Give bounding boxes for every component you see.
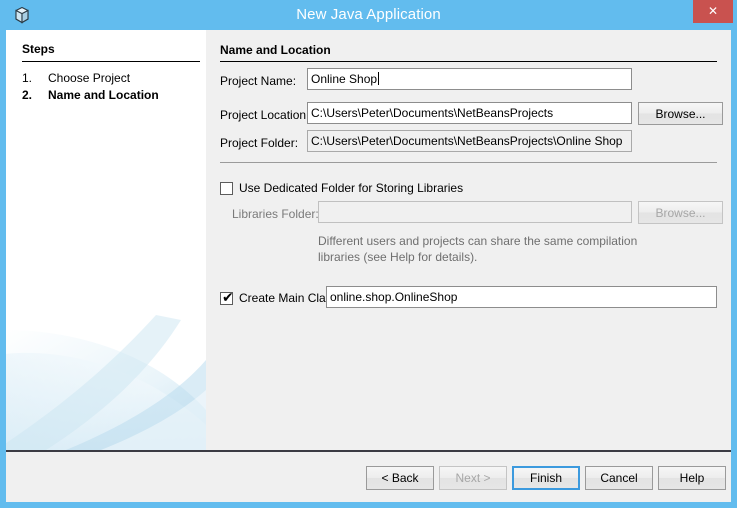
project-name-input[interactable]: Online Shop (307, 68, 632, 90)
steps-panel: Steps 1. Choose Project 2. Name and Locati… (6, 30, 206, 450)
project-name-label: Project Name: (220, 74, 297, 88)
step-number: 2. (22, 88, 33, 102)
button-bar: < Back Next > Finish Cancel Help (6, 450, 731, 502)
sidebar-item-name-and-location[interactable]: 2. Name and Location (22, 88, 159, 102)
step-number: 1. (22, 71, 33, 85)
page-title-rule (220, 61, 717, 62)
use-dedicated-folder-label: Use Dedicated Folder for Storing Librari… (239, 181, 464, 195)
title-bar: New Java Application ✕ (0, 0, 737, 30)
libraries-help-line-1: Different users and projects can share t… (318, 234, 638, 248)
back-button[interactable]: < Back (366, 466, 434, 490)
project-location-label: Project Location: (220, 108, 310, 122)
project-folder-label: Project Folder: (220, 136, 299, 150)
sidebar-item-choose-project[interactable]: 1. Choose Project (22, 71, 130, 85)
checkmark-icon: ✔ (222, 290, 234, 306)
project-location-browse-button[interactable]: Browse... (638, 102, 723, 125)
libraries-folder-browse-button: Browse... (638, 201, 723, 224)
create-main-class-checkbox[interactable]: ✔ (220, 290, 234, 306)
steps-heading: Steps (22, 42, 55, 56)
section-divider (220, 162, 717, 163)
text-caret (378, 72, 380, 85)
finish-button[interactable]: Finish (512, 466, 580, 490)
next-button: Next > (439, 466, 507, 490)
create-main-class-label: Create Main Class (239, 291, 338, 305)
help-button[interactable]: Help (658, 466, 726, 490)
steps-heading-rule (22, 61, 200, 62)
window-title: New Java Application (296, 6, 441, 23)
cancel-button[interactable]: Cancel (585, 466, 653, 490)
content-panel: Name and Location Project Name: Online S… (206, 30, 731, 450)
step-label: Choose Project (48, 71, 131, 85)
dialog-window: New Java Application ✕ Steps 1. Choose P… (0, 0, 737, 508)
project-folder-value: C:\Users\Peter\Documents\NetBeansProject… (307, 130, 632, 152)
decorative-swoosh-graphic (6, 315, 206, 450)
main-class-input[interactable]: online.shop.OnlineShop (326, 286, 717, 308)
libraries-folder-label: Libraries Folder: (232, 207, 319, 221)
libraries-help-line-2: libraries (see Help for details). (318, 250, 478, 264)
page-title: Name and Location (220, 43, 331, 57)
step-label: Name and Location (48, 88, 159, 102)
libraries-folder-input (318, 201, 632, 223)
project-name-value: Online Shop (311, 72, 378, 86)
project-location-input[interactable]: C:\Users\Peter\Documents\NetBeansProject… (307, 102, 632, 124)
close-icon[interactable]: ✕ (693, 0, 733, 23)
use-dedicated-folder-checkbox[interactable] (220, 182, 233, 195)
